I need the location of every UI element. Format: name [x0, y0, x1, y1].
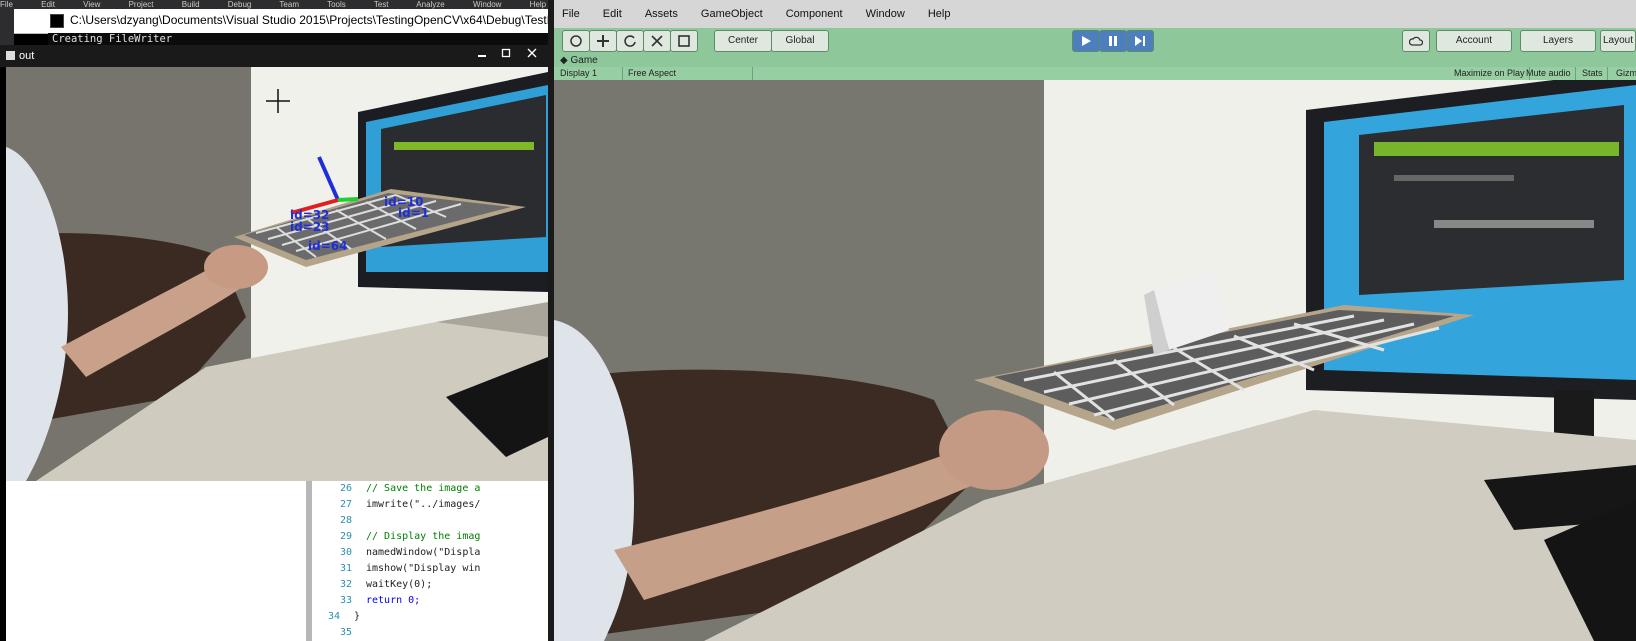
- layers-dropdown[interactable]: Layers: [1520, 30, 1596, 52]
- pause-icon: [1109, 36, 1117, 46]
- maximize-on-play-toggle[interactable]: Maximize on Play: [1450, 67, 1530, 80]
- hand-tool-button[interactable]: [562, 30, 590, 52]
- vs-menu-view[interactable]: View: [83, 0, 100, 9]
- game-view-controls: Display 1 Free Aspect Maximize on Play M…: [554, 67, 1636, 80]
- vs-menu-window[interactable]: Window: [473, 0, 501, 9]
- code-line: 30 namedWindow("Displa: [339, 547, 481, 558]
- solution-explorer-area: [6, 481, 306, 641]
- minimize-icon: [478, 55, 486, 57]
- window-icon: [6, 51, 15, 60]
- vs-menu-bar: File Edit View Project Build Debug Team …: [0, 0, 548, 9]
- unity-toolbar: Center Global Account Layers Layout: [554, 28, 1636, 54]
- code-line: 35: [339, 627, 352, 638]
- unity-menu-assets[interactable]: Assets: [645, 8, 678, 20]
- opencv-window-title: out: [19, 50, 35, 62]
- scale-tool-icon: [651, 35, 663, 47]
- game-tab-bar: ◆ Game: [554, 54, 1636, 67]
- account-dropdown[interactable]: Account: [1436, 30, 1512, 52]
- marker-label: id=1: [398, 206, 429, 220]
- tab-game[interactable]: ◆ Game: [560, 54, 598, 67]
- vs-menu-test[interactable]: Test: [374, 0, 389, 9]
- vs-menu-file[interactable]: File: [0, 0, 13, 9]
- console-output: Creating FileWriter: [48, 33, 552, 45]
- close-button[interactable]: [522, 48, 542, 63]
- opencv-window-title-bar[interactable]: out: [0, 45, 548, 67]
- game-scene: [554, 80, 1636, 641]
- pivot-global-toggle[interactable]: Global: [771, 30, 829, 52]
- unity-menu-bar: File Edit Assets GameObject Component Wi…: [554, 0, 1636, 28]
- close-icon: [527, 48, 537, 58]
- opencv-camera-frame: id=10 id=32 id=1 id=23 id=64: [6, 67, 548, 481]
- vs-menu-team[interactable]: Team: [279, 0, 299, 9]
- game-view[interactable]: [554, 80, 1636, 641]
- console-title: C:\Users\dzyang\Documents\Visual Studio …: [70, 13, 548, 27]
- rect-tool-button[interactable]: [670, 30, 698, 52]
- hand-tool-icon: [570, 35, 582, 47]
- code-line: 29// Display the imag: [339, 531, 481, 542]
- step-icon: [1135, 36, 1145, 46]
- play-button[interactable]: [1072, 30, 1100, 52]
- console-title-bar[interactable]: C:\Users\dzyang\Documents\Visual Studio …: [14, 9, 548, 34]
- camera-scene: id=10 id=32 id=1 id=23 id=64: [6, 67, 548, 481]
- code-editor[interactable]: 26// Save the image a 27 imwrite("../imag…: [312, 481, 548, 641]
- minimize-button[interactable]: [472, 48, 492, 63]
- maximize-button[interactable]: [496, 48, 516, 63]
- mute-audio-toggle[interactable]: Mute audio: [1522, 67, 1576, 80]
- move-tool-button[interactable]: [589, 30, 617, 52]
- vs-menu-edit[interactable]: Edit: [41, 0, 55, 9]
- step-button[interactable]: [1126, 30, 1154, 52]
- gizmos-dropdown[interactable]: Gizmos: [1612, 67, 1636, 80]
- layout-dropdown[interactable]: Layout: [1600, 30, 1636, 52]
- marker-label: id=64: [308, 239, 347, 253]
- unity-menu-help[interactable]: Help: [928, 8, 951, 20]
- code-line: 26// Save the image a: [339, 483, 481, 494]
- rect-tool-icon: [678, 35, 690, 47]
- scale-tool-button[interactable]: [643, 30, 671, 52]
- code-line: 28: [339, 515, 352, 526]
- unity-menu-component[interactable]: Component: [786, 8, 843, 20]
- game-view-icon: ◆: [560, 55, 568, 66]
- unity-menu-gameobject[interactable]: GameObject: [701, 8, 763, 20]
- code-line: 27 imwrite("../images/: [339, 499, 481, 510]
- stats-toggle[interactable]: Stats: [1578, 67, 1608, 80]
- axis-y: [337, 197, 359, 202]
- vs-menu-project[interactable]: Project: [129, 0, 154, 9]
- cloud-icon: [1408, 36, 1424, 46]
- code-line: 33 return 0;: [339, 595, 421, 606]
- vs-menu-tools[interactable]: Tools: [327, 0, 346, 9]
- vs-menu-analyze[interactable]: Analyze: [416, 0, 444, 9]
- unity-menu-edit[interactable]: Edit: [603, 8, 622, 20]
- code-line: 34}: [327, 611, 361, 622]
- unity-menu-window[interactable]: Window: [866, 8, 905, 20]
- maximize-icon: [501, 48, 511, 58]
- marker-label: id=23: [290, 220, 329, 234]
- move-tool-icon: [597, 35, 609, 47]
- vs-menu-build[interactable]: Build: [182, 0, 200, 9]
- rotate-tool-button[interactable]: [616, 30, 644, 52]
- vs-menu-help[interactable]: Help: [530, 0, 546, 9]
- rotate-tool-icon: [624, 35, 636, 47]
- display-dropdown[interactable]: Display 1: [556, 67, 623, 80]
- console-icon: [50, 13, 64, 28]
- vs-menu-debug[interactable]: Debug: [228, 0, 252, 9]
- aspect-dropdown[interactable]: Free Aspect: [624, 67, 753, 80]
- pivot-center-toggle[interactable]: Center: [714, 30, 772, 52]
- cloud-button[interactable]: [1402, 30, 1430, 52]
- code-line: 32 waitKey(0);: [339, 579, 433, 590]
- unity-menu-file[interactable]: File: [562, 8, 580, 20]
- code-line: 31 imshow("Display win: [339, 563, 481, 574]
- play-icon: [1082, 36, 1091, 46]
- pause-button[interactable]: [1099, 30, 1127, 52]
